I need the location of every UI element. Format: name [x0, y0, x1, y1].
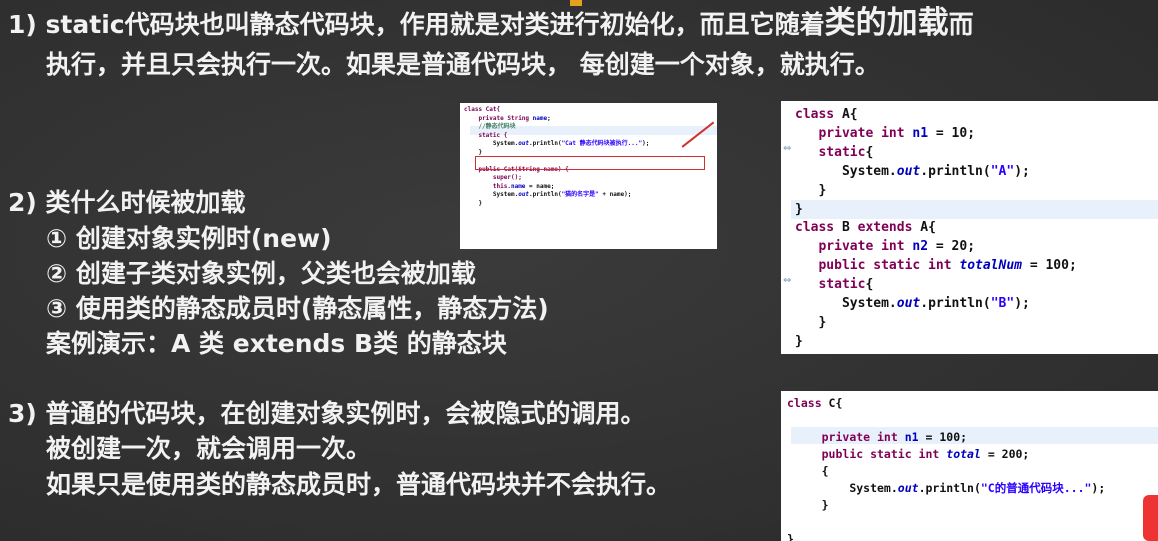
code-token: }	[478, 199, 483, 207]
code-token: out	[896, 163, 921, 179]
point3-line2: 被创建一次，就会调用一次。	[46, 434, 372, 463]
code-token: static {	[478, 131, 508, 139]
code-token: private int	[821, 430, 898, 444]
point1-line2: 执行，并且只会执行一次。如果是普通代码块， 每创建一个对象，就执行。	[46, 50, 880, 79]
code-ab-text: class A{ private int n1 = 10; static{ Sy…	[795, 106, 1077, 352]
code-token: "B"	[990, 296, 1015, 312]
code-token: "C的普通代码块..."	[980, 481, 1092, 495]
code-token: extends	[857, 220, 913, 236]
code-token: }	[478, 148, 483, 156]
code-token: out	[897, 481, 919, 495]
code-token: this.	[492, 182, 511, 190]
code-token: totalNum	[959, 258, 1022, 274]
code-token: );	[1014, 296, 1030, 312]
code-token: private int	[818, 239, 905, 255]
code-token: "A"	[990, 163, 1015, 179]
code-token: total	[946, 447, 981, 461]
code-token: System.	[849, 481, 898, 495]
code-token: }	[795, 333, 803, 349]
code-token: out	[518, 191, 530, 198]
code-token: = 100;	[918, 430, 968, 444]
code-token: private String	[478, 114, 530, 122]
point1-line1-text: static代码块也叫静态代码块，作用就是对类进行初始化，而且它随着	[45, 10, 825, 39]
code-token: .println(	[920, 296, 991, 312]
point2-demo: 案例演示：A 类 extends B类 的静态块	[46, 329, 507, 358]
code-token: {	[865, 277, 874, 293]
code-token: C{	[821, 396, 843, 410]
code-token: B	[834, 220, 858, 236]
point2-title-row: 2) 类什么时候被加载	[8, 186, 246, 220]
code-token: out	[518, 140, 530, 147]
code-token: {	[865, 144, 874, 160]
code-token: + name);	[598, 191, 632, 198]
code-token: public static int	[821, 447, 940, 461]
point3-number: 3)	[8, 399, 37, 428]
point2-number: 2)	[8, 188, 37, 217]
point2-item-1: ① 创建对象实例时(new)	[46, 224, 332, 253]
code-token: private int	[818, 125, 905, 141]
code-token: "猫的名字是"	[561, 191, 599, 198]
code-token: out	[896, 296, 921, 312]
point1-line1: 1) static代码块也叫静态代码块，作用就是对类进行初始化，而且它随着类的加…	[8, 6, 974, 42]
code-token: n2	[912, 239, 929, 255]
side-tab-button[interactable]	[1143, 495, 1158, 541]
code-token: .println(	[920, 163, 991, 179]
code-token: );	[1014, 163, 1030, 179]
code-token: System.	[841, 163, 897, 179]
point3-line1-row: 3) 普通的代码块，在创建对象实例时，会被隐式的调用。	[8, 397, 646, 431]
code-screenshot-c: class C{ private int n1 = 100; public st…	[781, 391, 1158, 541]
highlight-box	[475, 156, 705, 170]
code-token: = 100;	[1022, 258, 1077, 274]
code-token: n1	[904, 430, 919, 444]
code-token: System.	[492, 191, 519, 198]
point3-line1: 普通的代码块，在创建对象实例时，会被隐式的调用。	[45, 399, 646, 428]
code-screenshot-ab: ⇔ ⇔ class A{ private int n1 = 10; static…	[781, 101, 1158, 354]
code-token: "Cat 静态代码块被执行..."	[561, 140, 643, 147]
code-token: = 10;	[928, 125, 976, 141]
code-token: static	[818, 144, 866, 160]
code-token: }	[821, 498, 829, 512]
code-token: );	[642, 140, 650, 147]
point3-line3: 如果只是使用类的静态成员时，普通代码块并不会执行。	[46, 470, 672, 499]
point2-item-2: ② 创建子类对象实例，父类也会被加载	[46, 259, 476, 288]
code-token: A{	[834, 107, 858, 122]
code-token: = name;	[525, 182, 555, 190]
point1-line1-end: 而	[948, 10, 974, 39]
point2-title: 类什么时候被加载	[45, 188, 246, 217]
code-token: .println(	[529, 191, 562, 198]
code-screenshot-cat: class Cat{ private String name; //静态代码块 …	[460, 103, 717, 249]
code-token: = 20;	[928, 239, 976, 255]
code-token: static	[818, 277, 866, 293]
code-token: System.	[492, 140, 519, 147]
code-token: .println(	[529, 140, 562, 147]
code-token: }	[787, 532, 794, 541]
code-token: super();	[492, 174, 522, 181]
point1-number: 1)	[8, 10, 37, 39]
code-line: class Cat{	[464, 106, 501, 113]
code-token: name	[510, 182, 526, 190]
code-token: class	[795, 107, 835, 122]
code-token: = 200;	[980, 447, 1030, 461]
code-token: class	[787, 396, 822, 410]
code-token: public static int	[818, 258, 952, 274]
fold-marker-icon: ⇔	[783, 275, 792, 286]
code-c-text: class C{ private int n1 = 100; public st…	[787, 395, 1105, 541]
code-comment: //静态代码块	[478, 123, 516, 130]
point1-emphasis: 类的加载	[824, 5, 949, 41]
code-token: }	[795, 201, 803, 217]
code-token: );	[1091, 481, 1106, 495]
code-token: class	[795, 220, 835, 236]
code-token: }	[818, 314, 827, 330]
code-token: n1	[912, 125, 929, 141]
code-token: ;	[547, 114, 551, 122]
point2-item-3: ③ 使用类的静态成员时(静态属性，静态方法)	[46, 294, 549, 323]
code-token: A{	[912, 220, 936, 236]
code-token: .println(	[918, 481, 981, 495]
fold-marker-icon: ⇔	[783, 143, 792, 154]
code-token: }	[818, 182, 827, 198]
code-token: name	[532, 114, 548, 122]
code-token: System.	[841, 296, 897, 312]
code-token: {	[821, 464, 829, 478]
